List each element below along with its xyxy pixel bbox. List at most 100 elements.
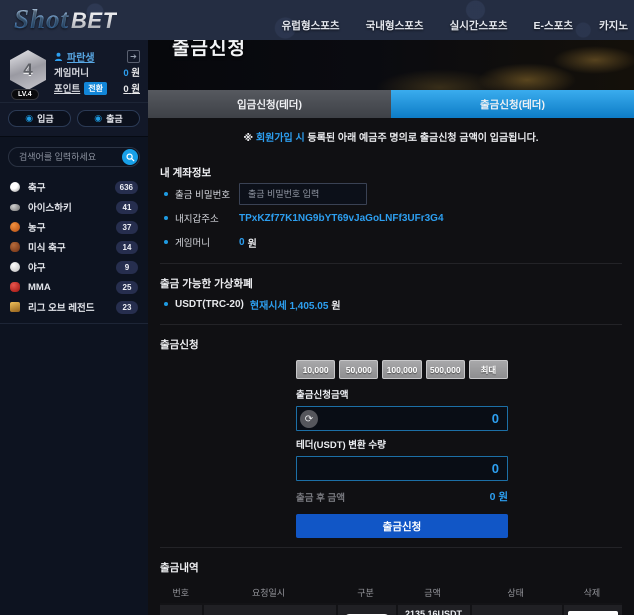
mma-icon (10, 282, 20, 292)
count-badge: 37 (116, 221, 138, 234)
deposit-icon: ◉ (25, 113, 33, 124)
row-type (336, 605, 396, 615)
count-badge: 25 (116, 281, 138, 294)
col-no: 번호 (160, 586, 202, 599)
deposit-label: 입금 (37, 112, 54, 125)
nav-domestic-sports[interactable]: 국내형스포츠 (366, 18, 424, 33)
search-button[interactable] (122, 149, 138, 165)
sidebar: 4 LV.4 파란생 ➔ 게임머니 0 원 (0, 40, 148, 615)
col-delete: 삭제 (562, 586, 622, 599)
row-delete: 내역 삭제 (562, 605, 622, 615)
col-status: 상태 (470, 586, 562, 599)
withdraw-history-section: 출금내역 번호 요청일시 구분 금액 상태 삭제 1 2025-10-01 00… (148, 548, 634, 615)
coins-banner: 출금신청 (148, 40, 634, 90)
tab-withdraw-tether[interactable]: 출금신청(테더) (391, 90, 634, 118)
lol-icon (10, 302, 20, 312)
page-title: 출금신청 (172, 40, 246, 60)
game-money-label: 게임머니 (175, 235, 239, 249)
point-label[interactable]: 포인트 (54, 81, 80, 95)
currency-section: 출금 가능한 가상화폐 USDT(TRC-20) 현재시세 1,405.05 원 (148, 264, 634, 317)
game-money-label: 게임머니 (54, 65, 89, 79)
quick-amount-buttons: 10,000 50,000 100,000 500,000 최대 (296, 360, 508, 379)
search-icon (126, 153, 135, 162)
history-table: 번호 요청일시 구분 금액 상태 삭제 1 2025-10-01 00:14 2… (160, 581, 622, 615)
col-amount: 금액 (396, 586, 470, 599)
row-amount: 2135.16USDT (3,000,000원) (396, 605, 470, 615)
usdt-quantity-input[interactable] (297, 461, 507, 476)
history-table-header: 번호 요청일시 구분 금액 상태 삭제 (160, 581, 622, 603)
deposit-button[interactable]: ◉ 입금 (8, 110, 71, 127)
sidebar-item-league-of-legends[interactable]: 리그 오브 레전드 23 (0, 297, 148, 317)
page: Shot BET 유럽형스포츠 국내형스포츠 실시간스포츠 E-스포츠 카지노 … (0, 0, 634, 615)
bullet-icon (164, 216, 168, 220)
count-badge: 41 (116, 201, 138, 214)
point-convert-button[interactable]: 전환 (84, 82, 107, 95)
col-datetime: 요청일시 (202, 586, 336, 599)
sidebar-item-american-football[interactable]: 미식 축구 14 (0, 237, 148, 257)
sidebar-item-baseball[interactable]: 야구 9 (0, 257, 148, 277)
withdraw-request-title: 출금신청 (160, 333, 622, 354)
withdraw-history-title: 출금내역 (160, 556, 622, 577)
count-badge: 636 (115, 181, 138, 194)
usdt-quantity-label: 테더(USDT) 변환 수량 (296, 437, 508, 451)
amount-button-10000[interactable]: 10,000 (296, 360, 335, 379)
level-label: LV.4 (11, 89, 39, 100)
basketball-icon (10, 222, 20, 232)
sidebar-item-basketball[interactable]: 농구 37 (0, 217, 148, 237)
sports-menu: 축구 636 아이스하키 41 농구 37 미식 축구 14 (0, 175, 148, 324)
sidebar-item-mma[interactable]: MMA 25 (0, 277, 148, 297)
top-header: Shot BET 유럽형스포츠 국내형스포츠 실시간스포츠 E-스포츠 카지노 (0, 0, 634, 40)
count-badge: 23 (116, 301, 138, 314)
main-nav: 유럽형스포츠 국내형스포츠 실시간스포츠 E-스포츠 카지노 (282, 18, 634, 40)
amount-button-max[interactable]: 최대 (469, 360, 508, 379)
deposit-withdraw-tabs: 입금신청(테더) 출금신청(테더) (148, 90, 634, 118)
nav-live-sports[interactable]: 실시간스포츠 (450, 18, 508, 33)
user-icon (54, 52, 63, 61)
account-info-section: 내 계좌정보 출금 비밀번호 내지갑주소 TPxKZf77K1NG9bYT69v… (148, 153, 634, 256)
withdraw-amount-input[interactable] (297, 411, 507, 426)
withdraw-password-input[interactable] (239, 183, 367, 205)
bullet-icon (164, 192, 168, 196)
wallet-address-value: TPxKZf77K1NG9bYT69vJaGoLNFf3UFr3G4 (239, 213, 444, 224)
level-badge: 4 LV.4 (8, 48, 52, 96)
nav-casino[interactable]: 카지노 (599, 18, 628, 33)
shotbet-logo[interactable]: Shot BET (14, 4, 117, 35)
username-link[interactable]: 파란생 (67, 49, 95, 64)
level-number: 4 (23, 60, 32, 80)
game-money-value: 0 (239, 237, 245, 248)
notice-highlight: 회원가입 시 (256, 133, 305, 144)
withdraw-submit-button[interactable]: 출금신청 (296, 514, 508, 538)
reset-amount-icon[interactable]: ⟳ (300, 410, 318, 428)
search-input[interactable] (9, 148, 139, 166)
withdraw-amount-label: 출금신청금액 (296, 387, 508, 401)
table-row: 1 2025-10-01 00:14 2135.16USDT (3,000,00… (160, 603, 622, 615)
profile-panel: 4 LV.4 파란생 ➔ 게임머니 0 원 (0, 40, 148, 103)
col-type: 구분 (336, 586, 396, 599)
point-value: 0 원 (123, 81, 140, 95)
amount-button-100000[interactable]: 100,000 (382, 360, 421, 379)
count-badge: 14 (116, 241, 138, 254)
sidebar-item-ice-hockey[interactable]: 아이스하키 41 (0, 197, 148, 217)
main-content: 출금신청 입금신청(테더) 출금신청(테더) ※ 회원가입 시 등록된 아래 예… (148, 40, 634, 615)
nav-europe-sports[interactable]: 유럽형스포츠 (282, 18, 340, 33)
soccer-icon (10, 182, 20, 192)
sidebar-search (8, 147, 140, 167)
count-badge: 9 (116, 261, 138, 274)
wallet-address-label: 내지갑주소 (175, 211, 239, 225)
sidebar-empty-area (0, 324, 148, 615)
row-no: 1 (160, 605, 202, 615)
logout-icon[interactable]: ➔ (127, 50, 140, 63)
tab-deposit-tether[interactable]: 입금신청(테더) (148, 90, 391, 118)
amount-button-50000[interactable]: 50,000 (339, 360, 378, 379)
withdraw-button[interactable]: ◉ 출금 (77, 110, 140, 127)
bullet-icon (164, 240, 168, 244)
game-money-value: 0 원 (123, 65, 140, 79)
row-datetime: 2025-10-01 00:14 (202, 605, 336, 615)
amount-button-500000[interactable]: 500,000 (426, 360, 465, 379)
ice-hockey-icon (10, 204, 20, 211)
delete-history-button[interactable]: 내역 삭제 (568, 611, 618, 615)
sidebar-item-soccer[interactable]: 축구 636 (0, 177, 148, 197)
nav-esports[interactable]: E-스포츠 (534, 18, 573, 33)
after-withdraw-label: 출금 후 금액 (296, 490, 345, 504)
withdraw-password-label: 출금 비밀번호 (175, 187, 239, 201)
